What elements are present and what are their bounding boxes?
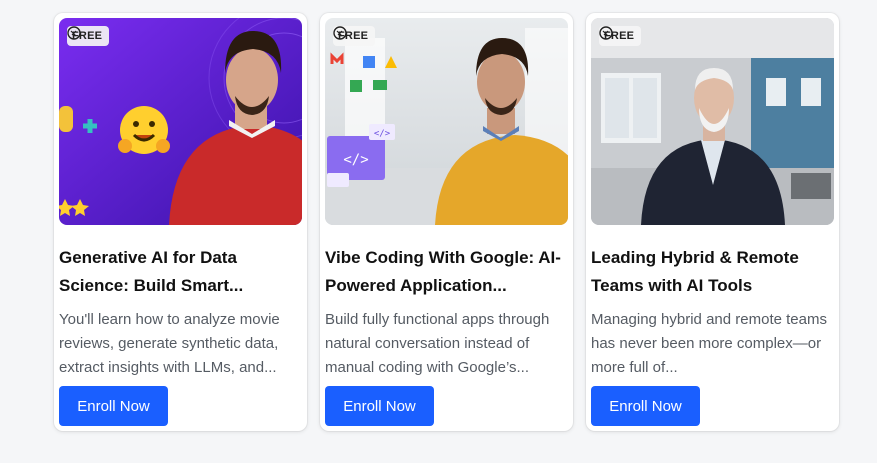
- course-thumbnail-image: </> </>: [325, 18, 568, 225]
- course-title[interactable]: Vibe Coding With Google: AI-Powered Appl…: [325, 244, 570, 300]
- course-thumbnail-image: [591, 18, 834, 225]
- course-thumbnail[interactable]: </> </> FREE: [325, 18, 568, 225]
- course-thumbnail[interactable]: FREE: [59, 18, 302, 225]
- course-card[interactable]: FREE Generative AI for Data Science: Bui…: [54, 13, 307, 431]
- course-thumbnail-image: [59, 18, 302, 225]
- enroll-now-button[interactable]: Enroll Now: [59, 386, 168, 426]
- free-tag-icon: [67, 26, 81, 40]
- course-card[interactable]: </> </> FREE Vibe Coding With Google: AI…: [320, 13, 573, 431]
- free-badge: FREE: [599, 26, 642, 46]
- course-description: Build fully functional apps through natu…: [325, 311, 550, 376]
- course-card[interactable]: FREE Leading Hybrid & Remote Teams with …: [586, 13, 839, 431]
- course-description: Managing hybrid and remote teams has nev…: [591, 311, 827, 376]
- enroll-now-button[interactable]: Enroll Now: [591, 386, 700, 426]
- free-badge: FREE: [67, 26, 110, 46]
- free-tag-icon: [333, 26, 347, 40]
- course-title[interactable]: Leading Hybrid & Remote Teams with AI To…: [591, 244, 836, 300]
- enroll-now-button[interactable]: Enroll Now: [325, 386, 434, 426]
- course-title[interactable]: Generative AI for Data Science: Build Sm…: [59, 244, 304, 300]
- course-description: You'll learn how to analyze movie review…: [59, 311, 280, 376]
- svg-text:</>: </>: [343, 152, 368, 168]
- free-tag-icon: [599, 26, 613, 40]
- free-badge: FREE: [333, 26, 376, 46]
- svg-text:</>: </>: [374, 129, 391, 139]
- course-thumbnail[interactable]: FREE: [591, 18, 834, 225]
